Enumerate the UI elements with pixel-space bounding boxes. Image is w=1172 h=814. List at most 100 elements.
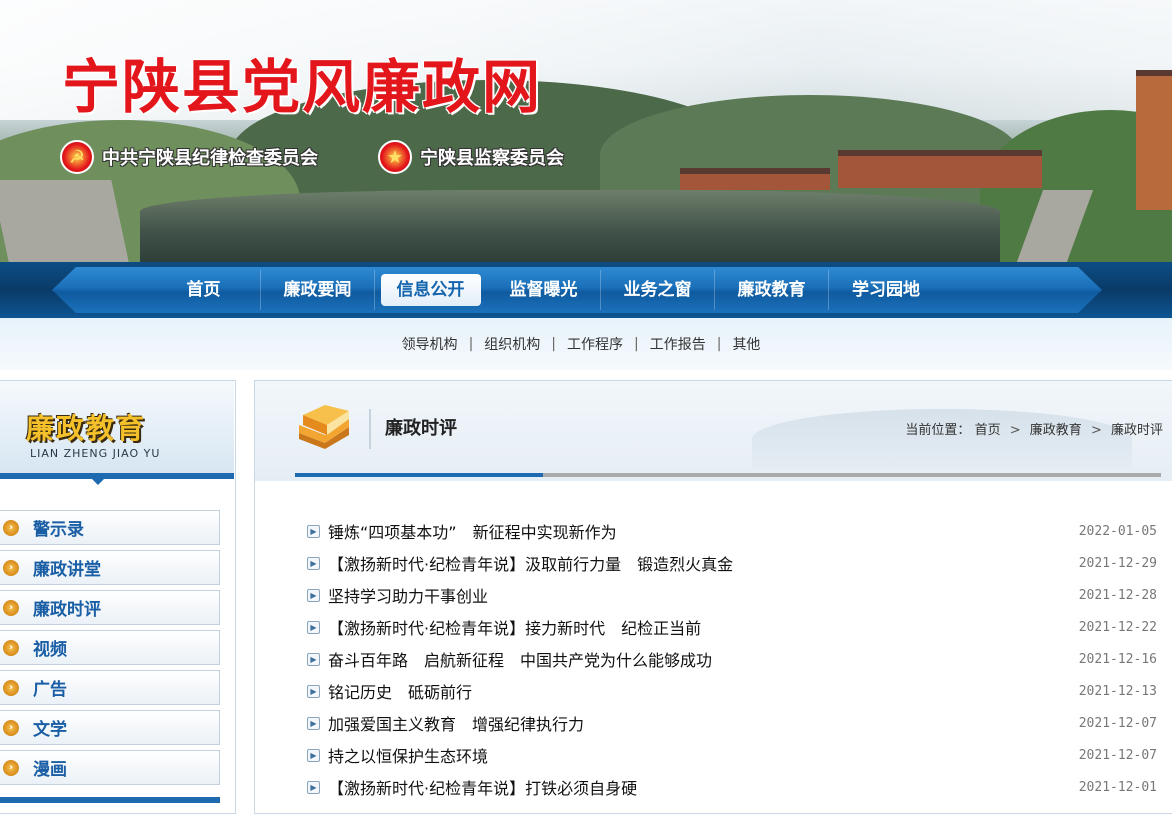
article-title[interactable]: 【激扬新时代·纪检青年说】打铁必须自身硬 <box>328 775 1067 799</box>
nav-supervision[interactable]: 监督曝光 <box>487 270 601 310</box>
list-item[interactable]: ▶ 加强爱国主义教育 增强纪律执行力 2021-12-07 <box>307 707 1157 739</box>
national-emblem-icon: ★ <box>378 140 412 174</box>
sidebar-menu: › 警示录 › 廉政讲堂 › 廉政时评 › 视频 › 广告 › 文学 › 漫画 <box>0 479 235 803</box>
article-date: 2021-12-28 <box>1078 587 1157 603</box>
nav-study[interactable]: 学习园地 <box>829 270 943 310</box>
sidebar-item-label: 漫画 <box>33 760 67 780</box>
chevron-right-circle-icon: › <box>3 759 19 776</box>
article-title[interactable]: 加强爱国主义教育 增强纪律执行力 <box>328 711 1067 735</box>
breadcrumb-commentary[interactable]: 廉政时评 <box>1111 423 1163 438</box>
sidebar-item-ads[interactable]: › 广告 <box>0 670 220 705</box>
nav-news[interactable]: 廉政要闻 <box>261 270 375 310</box>
breadcrumb-arrow: > <box>1090 423 1102 438</box>
article-title[interactable]: 锤炼“四项基本功” 新征程中实现新作为 <box>328 519 1067 543</box>
list-item[interactable]: ▶ 坚持学习助力干事创业 2021-12-28 <box>307 579 1157 611</box>
sidebar-item-label: 警示录 <box>33 520 84 540</box>
article-date: 2022-01-05 <box>1078 523 1157 539</box>
org-name-supervision: 宁陕县监察委员会 <box>420 148 564 169</box>
sidebar-item-label: 广告 <box>33 680 67 700</box>
list-item[interactable]: ▶ 【激扬新时代·纪检青年说】打铁必须自身硬 2021-12-01 <box>307 771 1157 803</box>
chevron-right-circle-icon: › <box>3 519 19 536</box>
breadcrumb-prefix: 当前位置： <box>905 423 971 438</box>
org-name-commission: 中共宁陕县纪律检查委员会 <box>102 148 318 169</box>
main-nav: 首页 廉政要闻 信息公开 监督曝光 业务之窗 廉政教育 学习园地 <box>52 267 1102 313</box>
sidebar-header: 廉政教育 LIAN ZHENG JIAO YU <box>0 381 234 485</box>
subnav-procedures[interactable]: 工作程序 <box>556 334 634 354</box>
sidebar-title: 廉政教育 <box>26 412 147 445</box>
nav-info-disclosure[interactable]: 信息公开 <box>381 274 481 306</box>
section-title: 廉政时评 <box>369 409 457 449</box>
main-navbar: 首页 廉政要闻 信息公开 监督曝光 业务之窗 廉政教育 学习园地 <box>0 262 1172 318</box>
sidebar-item-comics[interactable]: › 漫画 <box>0 750 220 785</box>
banner-path <box>0 180 129 262</box>
article-date: 2021-12-07 <box>1078 747 1157 763</box>
subnav-other[interactable]: 其他 <box>721 334 771 354</box>
list-item[interactable]: ▶ 【激扬新时代·纪检青年说】汲取前行力量 锻造烈火真金 2021-12-29 <box>307 547 1157 579</box>
header-mountain-decoration <box>752 409 1132 469</box>
breadcrumb: 当前位置： 首页 > 廉政教育 > 廉政时评 <box>905 419 1163 438</box>
article-date: 2021-12-22 <box>1078 619 1157 635</box>
subnav-organization[interactable]: 组织机构 <box>473 334 551 354</box>
play-bullet-icon: ▶ <box>307 652 320 666</box>
caret-down-icon <box>91 478 105 485</box>
sub-nav: 领导机构 | 组织机构 | 工作程序 | 工作报告 | 其他 <box>0 318 1172 370</box>
sidebar-subtitle: LIAN ZHENG JIAO YU <box>30 447 161 460</box>
list-item[interactable]: ▶ 锤炼“四项基本功” 新征程中实现新作为 2022-01-05 <box>307 515 1157 547</box>
nav-education[interactable]: 廉政教育 <box>715 270 829 310</box>
sidebar-item-label: 廉政讲堂 <box>33 560 101 580</box>
sidebar-item-label: 文学 <box>33 720 67 740</box>
subnav-leadership[interactable]: 领导机构 <box>391 334 469 354</box>
main-content: 廉政时评 当前位置： 首页 > 廉政教育 > 廉政时评 ▶ 锤炼“四项基本功” … <box>254 380 1172 814</box>
sidebar-item-warning[interactable]: › 警示录 <box>0 510 220 545</box>
article-title[interactable]: 坚持学习助力干事创业 <box>328 583 1067 607</box>
banner-building <box>680 168 830 190</box>
book-icon <box>299 405 349 449</box>
org-line-left: ☭ 中共宁陕县纪律检查委员会 <box>60 140 318 174</box>
play-bullet-icon: ▶ <box>307 748 320 762</box>
article-title[interactable]: 铭记历史 砥砺前行 <box>328 679 1067 703</box>
article-title[interactable]: 持之以恒保护生态环境 <box>328 743 1067 767</box>
chevron-right-circle-icon: › <box>3 639 19 656</box>
sidebar-item-lecture[interactable]: › 廉政讲堂 <box>0 550 220 585</box>
article-date: 2021-12-07 <box>1078 715 1157 731</box>
header-banner: 宁陕县党风廉政网 ☭ 中共宁陕县纪律检查委员会 ★ 宁陕县监察委员会 <box>0 0 1172 262</box>
article-title[interactable]: 【激扬新时代·纪检青年说】汲取前行力量 锻造烈火真金 <box>328 551 1067 575</box>
play-bullet-icon: ▶ <box>307 556 320 570</box>
list-item[interactable]: ▶ 【激扬新时代·纪检青年说】接力新时代 纪检正当前 2021-12-22 <box>307 611 1157 643</box>
chevron-right-circle-icon: › <box>3 559 19 576</box>
article-date: 2021-12-16 <box>1078 651 1157 667</box>
article-date: 2021-12-29 <box>1078 555 1157 571</box>
content-header: 廉政时评 当前位置： 首页 > 廉政教育 > 廉政时评 <box>255 381 1172 481</box>
chevron-right-circle-icon: › <box>3 719 19 736</box>
list-item[interactable]: ▶ 奋斗百年路 启航新征程 中国共产党为什么能够成功 2021-12-16 <box>307 643 1157 675</box>
section-divider-accent <box>295 473 543 477</box>
party-emblem-icon: ☭ <box>60 140 94 174</box>
sidebar-footer-bar <box>0 797 220 803</box>
article-title[interactable]: 奋斗百年路 启航新征程 中国共产党为什么能够成功 <box>328 647 1067 671</box>
sidebar-item-commentary[interactable]: › 廉政时评 <box>0 590 220 625</box>
article-date: 2021-12-13 <box>1078 683 1157 699</box>
article-list: ▶ 锤炼“四项基本功” 新征程中实现新作为 2022-01-05 ▶ 【激扬新时… <box>307 515 1157 803</box>
subnav-reports[interactable]: 工作报告 <box>639 334 717 354</box>
org-line-right: ★ 宁陕县监察委员会 <box>378 140 564 174</box>
article-title[interactable]: 【激扬新时代·纪检青年说】接力新时代 纪检正当前 <box>328 615 1067 639</box>
breadcrumb-home[interactable]: 首页 <box>975 423 1001 438</box>
play-bullet-icon: ▶ <box>307 684 320 698</box>
chevron-right-circle-icon: › <box>3 599 19 616</box>
sidebar-item-literature[interactable]: › 文学 <box>0 710 220 745</box>
sidebar-item-label: 视频 <box>33 640 67 660</box>
nav-home[interactable]: 首页 <box>147 270 261 310</box>
left-sidebar: 廉政教育 LIAN ZHENG JIAO YU › 警示录 › 廉政讲堂 › 廉… <box>0 380 236 814</box>
list-item[interactable]: ▶ 铭记历史 砥砺前行 2021-12-13 <box>307 675 1157 707</box>
nav-business[interactable]: 业务之窗 <box>601 270 715 310</box>
section-divider <box>295 473 1161 477</box>
sidebar-item-label: 廉政时评 <box>33 600 101 620</box>
banner-building <box>838 150 1042 188</box>
play-bullet-icon: ▶ <box>307 524 320 538</box>
list-item[interactable]: ▶ 持之以恒保护生态环境 2021-12-07 <box>307 739 1157 771</box>
banner-building <box>1136 70 1172 210</box>
sidebar-item-video[interactable]: › 视频 <box>0 630 220 665</box>
play-bullet-icon: ▶ <box>307 620 320 634</box>
breadcrumb-education[interactable]: 廉政教育 <box>1030 423 1082 438</box>
play-bullet-icon: ▶ <box>307 588 320 602</box>
